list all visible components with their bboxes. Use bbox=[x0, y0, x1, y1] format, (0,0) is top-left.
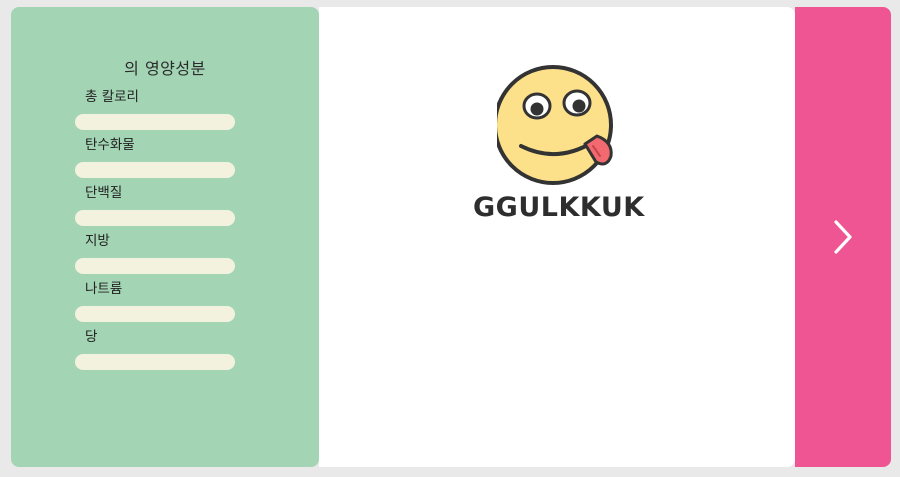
nutrient-bar bbox=[75, 354, 235, 370]
main-content-panel: GGULKKUK bbox=[319, 7, 795, 467]
next-button[interactable] bbox=[795, 7, 891, 467]
nutrition-panel: 의 영양성분 총 칼로리 탄수화물 단백질 지방 나트륨 당 bbox=[11, 7, 319, 467]
nutrient-label: 단백질 bbox=[85, 185, 123, 201]
nutrient-item-sodium: 나트륨 bbox=[75, 280, 245, 328]
nutrient-label: 지방 bbox=[85, 233, 110, 249]
nutrient-bar bbox=[75, 306, 235, 322]
nutrient-bar bbox=[75, 162, 235, 178]
brand-name: GGULKKUK bbox=[473, 192, 645, 223]
next-panel bbox=[795, 7, 891, 467]
nutrient-item-carbohydrate: 탄수화물 bbox=[75, 136, 245, 184]
nutrient-item-protein: 단백질 bbox=[75, 184, 245, 232]
nutrient-bar bbox=[75, 210, 235, 226]
app-frame: 의 영양성분 총 칼로리 탄수화물 단백질 지방 나트륨 당 GGULKKUK bbox=[0, 0, 900, 477]
nutrient-bar bbox=[75, 258, 235, 274]
nutrient-item-sugar: 당 bbox=[75, 328, 245, 376]
nutrient-label: 당 bbox=[85, 329, 98, 345]
tongue-out-smiley-icon bbox=[497, 65, 613, 185]
nutrient-bar bbox=[75, 114, 235, 130]
nutrient-item-calories: 총 칼로리 bbox=[75, 88, 245, 136]
nutrient-list: 총 칼로리 탄수화물 단백질 지방 나트륨 당 bbox=[75, 88, 245, 376]
nutrient-label: 총 칼로리 bbox=[85, 89, 139, 105]
nutrition-panel-title: 의 영양성분 bbox=[124, 59, 206, 78]
nutrient-label: 나트륨 bbox=[85, 281, 123, 297]
nutrient-item-fat: 지방 bbox=[75, 232, 245, 280]
nutrient-label: 탄수화물 bbox=[85, 137, 135, 153]
chevron-right-icon bbox=[834, 220, 852, 254]
brand-logo: GGULKKUK bbox=[469, 62, 659, 223]
